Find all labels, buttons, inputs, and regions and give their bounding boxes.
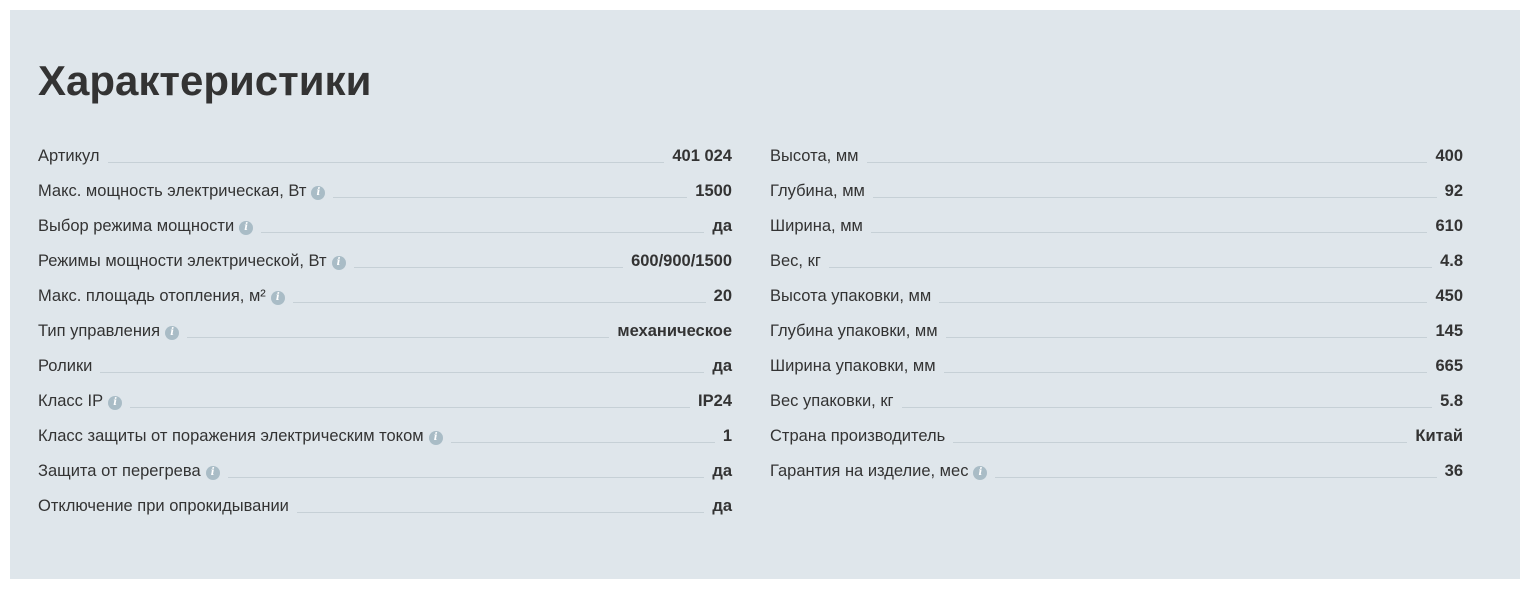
specs-column-right: Высота, мм 400 Глубина, мм 92 Ширина, мм… [770,147,1463,497]
dotted-leader [872,197,1437,198]
dotted-leader [292,302,706,303]
spec-label: Высота, мм [770,147,859,165]
spec-label: Ролики [38,357,93,375]
spec-value: 92 [1444,182,1463,200]
spec-value: да [712,217,732,235]
spec-row: Макс. площадь отопления, м² i 20 [38,287,732,322]
spec-row: Глубина упаковки, мм 145 [770,322,1463,357]
dotted-leader [227,477,705,478]
dotted-leader [995,477,1437,478]
spec-value: 1500 [695,182,732,200]
spec-row: Отключение при опрокидывании да [38,497,732,532]
info-icon[interactable]: i [973,466,988,480]
spec-value: да [712,497,732,515]
info-icon[interactable]: i [311,186,326,200]
spec-row: Ширина упаковки, мм 665 [770,357,1463,392]
dotted-leader [943,372,1428,373]
spec-row: Страна производитель Китай [770,427,1463,462]
spec-label: Защита от перегрева [38,462,201,480]
info-icon[interactable]: i [165,326,180,340]
dotted-leader [296,512,705,513]
spec-value: Китай [1415,427,1463,445]
dotted-leader [939,302,1428,303]
spec-row: Артикул 401 024 [38,147,732,182]
spec-label: Глубина, мм [770,182,865,200]
spec-label: Класс IP [38,392,104,410]
info-icon[interactable]: i [428,431,443,445]
spec-row: Высота, мм 400 [770,147,1463,182]
dotted-leader [107,162,665,163]
spec-value: 20 [713,287,732,305]
spec-row: Ширина, мм 610 [770,217,1463,252]
info-icon[interactable]: i [205,466,220,480]
spec-label: Артикул [38,147,100,165]
info-icon[interactable]: i [239,221,254,235]
spec-label: Отключение при опрокидывании [38,497,289,515]
spec-value: механическое [617,322,732,340]
spec-value: 5.8 [1440,392,1463,410]
spec-row: Глубина, мм 92 [770,182,1463,217]
info-icon[interactable]: i [331,256,346,270]
spec-label: Выбор режима мощности [38,217,235,235]
spec-label: Макс. площадь отопления, м² [38,287,266,305]
spec-row: Ролики да [38,357,732,392]
spec-row: Вес, кг 4.8 [770,252,1463,287]
page-title: Характеристики [38,57,372,104]
spec-row: Гарантия на изделие, мес i 36 [770,462,1463,497]
spec-row: Высота упаковки, мм 450 [770,287,1463,322]
spec-label: Глубина упаковки, мм [770,322,938,340]
dotted-leader [901,407,1433,408]
spec-value: да [712,357,732,375]
dotted-leader [100,372,705,373]
spec-label: Высота упаковки, мм [770,287,932,305]
spec-label: Макс. мощность электрическая, Вт [38,182,307,200]
dotted-leader [945,337,1428,338]
dotted-leader [333,197,688,198]
spec-label: Ширина упаковки, мм [770,357,936,375]
spec-value: 1 [722,427,732,445]
spec-value: 401 024 [672,147,732,165]
spec-label: Режимы мощности электрической, Вт [38,252,327,270]
spec-value: да [712,462,732,480]
spec-value: 600/900/1500 [631,252,732,270]
spec-row: Класс защиты от поражения электрическим … [38,427,732,462]
spec-row: Тип управления i механическое [38,322,732,357]
spec-value: 400 [1435,147,1463,165]
spec-label: Страна производитель [770,427,946,445]
info-icon[interactable]: i [108,396,123,410]
spec-value: 36 [1444,462,1463,480]
info-icon[interactable]: i [270,291,285,305]
spec-row: Класс IP i IP24 [38,392,732,427]
spec-row: Защита от перегрева i да [38,462,732,497]
specifications-panel: Характеристики Артикул 401 024 Макс. мощ… [10,10,1520,579]
spec-label: Тип управления [38,322,161,340]
spec-label: Ширина, мм [770,217,863,235]
specs-column-left: Артикул 401 024 Макс. мощность электриче… [38,147,732,532]
spec-value: 610 [1435,217,1463,235]
spec-label: Гарантия на изделие, мес [770,462,969,480]
dotted-leader [187,337,610,338]
spec-row: Макс. мощность электрическая, Вт i 1500 [38,182,732,217]
spec-row: Вес упаковки, кг 5.8 [770,392,1463,427]
spec-value: 4.8 [1440,252,1463,270]
spec-label: Вес упаковки, кг [770,392,894,410]
dotted-leader [353,267,624,268]
dotted-leader [130,407,691,408]
spec-value: 665 [1435,357,1463,375]
spec-value: 450 [1435,287,1463,305]
spec-value: IP24 [698,392,732,410]
spec-label: Вес, кг [770,252,821,270]
dotted-leader [261,232,705,233]
dotted-leader [866,162,1428,163]
spec-label: Класс защиты от поражения электрическим … [38,427,424,445]
dotted-leader [953,442,1408,443]
spec-row: Выбор режима мощности i да [38,217,732,252]
dotted-leader [870,232,1428,233]
dotted-leader [828,267,1433,268]
spec-value: 145 [1435,322,1463,340]
dotted-leader [450,442,715,443]
spec-row: Режимы мощности электрической, Вт i 600/… [38,252,732,287]
